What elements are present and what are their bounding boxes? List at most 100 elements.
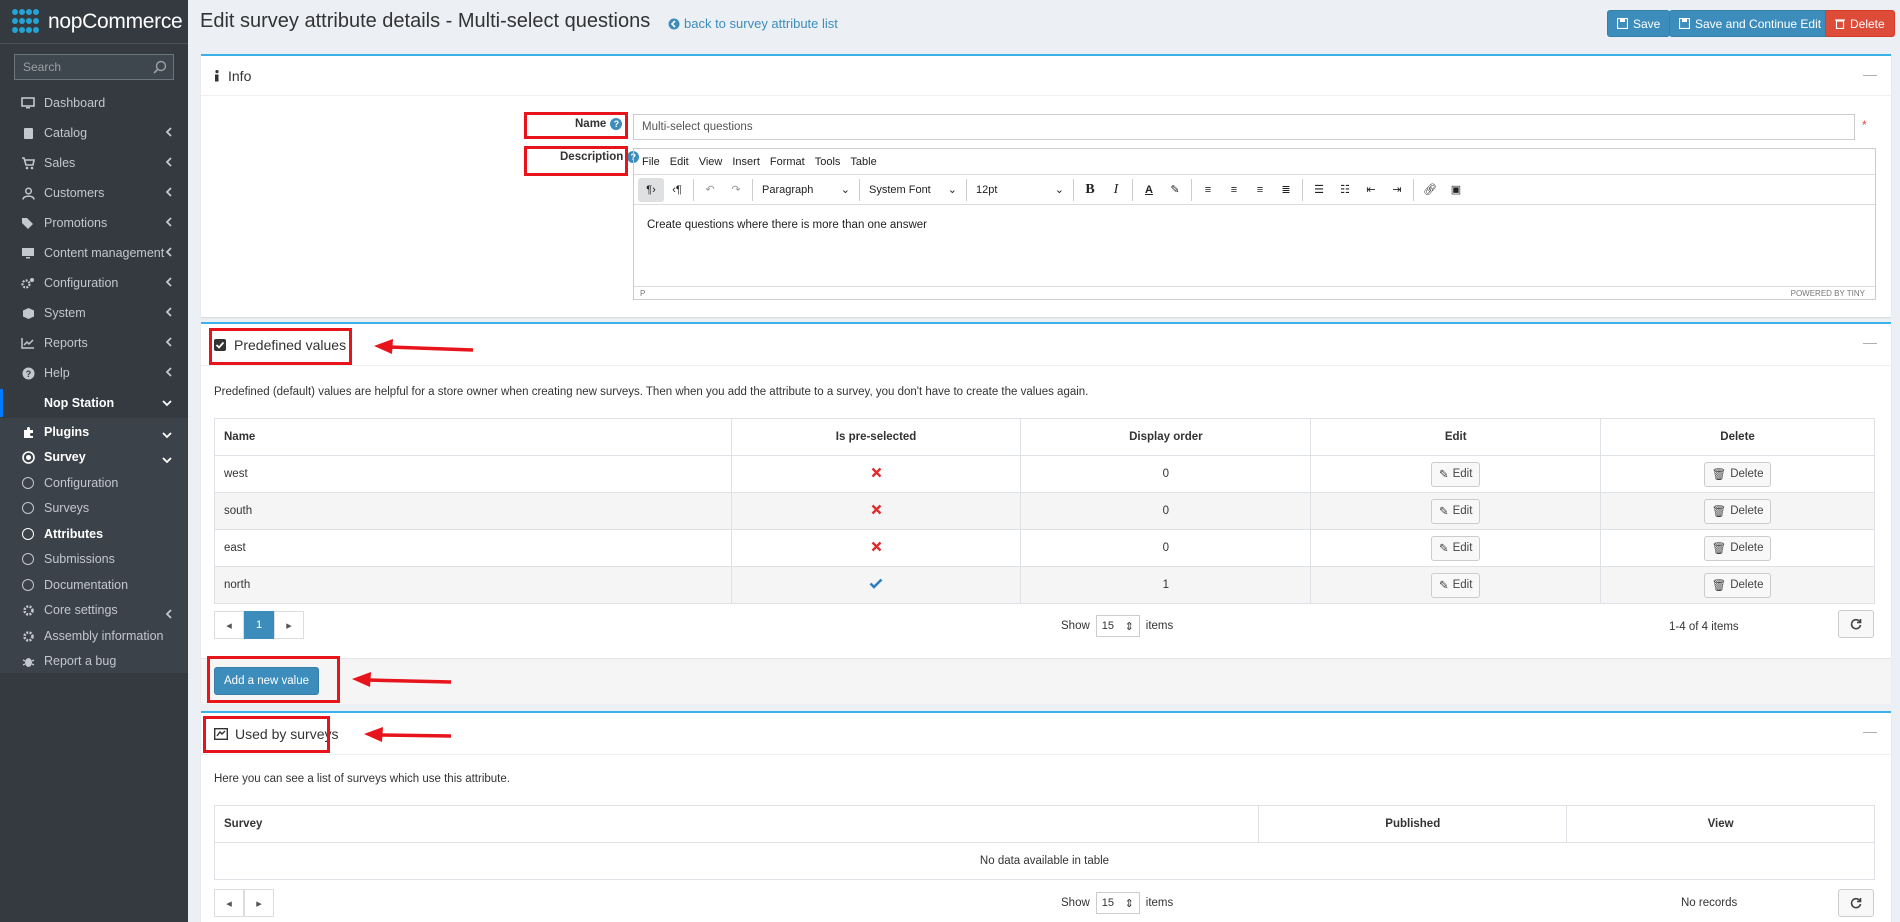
used-by-card-title: Used by surveys <box>235 725 339 742</box>
sidebar-item-help[interactable]: ? Help <box>0 359 188 387</box>
sidebar-item-nop-station[interactable]: Nop Station <box>0 389 188 417</box>
pager-next-icon[interactable]: ▸ <box>244 889 274 917</box>
collapse-icon[interactable]: — <box>1863 66 1877 82</box>
page-size-select[interactable]: 15 ⇕ <box>1095 615 1140 637</box>
refresh-button[interactable] <box>1838 610 1874 638</box>
sidebar-item-survey[interactable]: Survey <box>0 443 188 471</box>
updown-icon: ⇕ <box>1124 897 1134 910</box>
editor-body[interactable]: Create questions where there is more tha… <box>634 205 1875 285</box>
help-icon[interactable]: ? <box>610 118 623 130</box>
sidebar-item-customers[interactable]: Customers <box>0 179 188 207</box>
cell-edit: ✎ Edit <box>1310 566 1602 604</box>
sidebar-item-core-settings[interactable]: Core settings <box>0 596 188 624</box>
numbered-list-icon[interactable]: ☷ <box>1332 178 1358 202</box>
sidebar-item-system[interactable]: System <box>0 299 188 327</box>
user-icon <box>20 186 36 200</box>
sidebar-item-surveys[interactable]: Surveys <box>0 494 188 522</box>
editor-menu-insert[interactable]: Insert <box>732 156 760 168</box>
editor-menu-view[interactable]: View <box>699 156 723 168</box>
collapse-icon[interactable]: — <box>1863 723 1877 739</box>
delete-row-button[interactable]: 🗑︎ Delete <box>1703 461 1772 487</box>
brand-logo[interactable]: nopCommerce <box>0 0 188 44</box>
align-justify-icon[interactable]: ≣ <box>1273 178 1299 202</box>
delete-row-button[interactable]: 🗑︎ Delete <box>1703 535 1772 561</box>
sidebar-item-submissions[interactable]: Submissions <box>0 545 188 573</box>
sidebar-search-input[interactable] <box>23 60 143 74</box>
page-size-select[interactable]: 15 ⇕ <box>1095 892 1140 914</box>
book-icon <box>20 126 36 140</box>
column-header-preselected[interactable]: Is pre-selected <box>730 418 1022 456</box>
collapse-icon[interactable]: — <box>1863 334 1877 350</box>
rtl-icon[interactable]: ‹¶ <box>664 178 690 202</box>
chevron-down-icon: ⌄ <box>947 184 957 196</box>
font-family-select[interactable]: System Font ⌄ <box>863 178 963 202</box>
gear-icon <box>20 603 36 617</box>
column-header-name[interactable]: Name <box>214 418 732 456</box>
x-mark-icon <box>871 504 881 515</box>
ltr-icon[interactable]: ¶› <box>638 177 664 202</box>
sidebar-item-assembly-information[interactable]: Assembly information <box>0 622 188 650</box>
check-square-icon <box>214 338 226 351</box>
block-format-select[interactable]: Paragraph ⌄ <box>756 178 856 202</box>
delete-row-button[interactable]: 🗑︎ Delete <box>1703 498 1772 524</box>
cell-edit: ✎ Edit <box>1310 455 1602 493</box>
editor-menu-table[interactable]: Table <box>850 156 876 168</box>
sidebar-item-sales[interactable]: Sales <box>0 149 188 177</box>
column-header-published[interactable]: Published <box>1258 805 1568 843</box>
add-new-value-button[interactable]: Add a new value <box>214 667 320 695</box>
sidebar-item-content-management[interactable]: Content management <box>0 239 188 267</box>
back-to-list-link[interactable]: back to survey attribute list <box>668 16 838 31</box>
info-icon <box>215 69 219 81</box>
editor-menu-edit[interactable]: Edit <box>670 156 689 168</box>
search-icon[interactable] <box>153 60 167 74</box>
edit-button[interactable]: ✎ Edit <box>1430 535 1481 561</box>
delete-button[interactable]: Delete <box>1825 10 1895 37</box>
text-color-icon[interactable]: A <box>1136 178 1162 202</box>
undo-icon[interactable]: ↶ <box>697 178 723 202</box>
save-continue-button[interactable]: Save and Continue Edit <box>1669 10 1832 37</box>
refresh-button[interactable] <box>1838 889 1874 917</box>
pager-prev-icon[interactable]: ◂ <box>214 889 244 917</box>
align-center-icon[interactable]: ≡ <box>1221 178 1247 202</box>
sidebar-item-promotions[interactable]: Promotions <box>0 209 188 237</box>
editor-menu-file[interactable]: File <box>642 156 660 168</box>
editor-menu-tools[interactable]: Tools <box>815 156 841 168</box>
align-right-icon[interactable]: ≡ <box>1247 178 1273 202</box>
sidebar-item-report-a-bug[interactable]: Report a bug <box>0 647 188 675</box>
sidebar-item-attributes[interactable]: Attributes <box>0 520 188 548</box>
info-card-header[interactable]: Info — <box>201 56 1891 96</box>
italic-icon[interactable]: I <box>1103 178 1129 202</box>
name-input[interactable] <box>633 114 1855 140</box>
font-size-select[interactable]: 12pt ⌄ <box>970 178 1070 202</box>
image-icon[interactable]: ▣ <box>1443 178 1469 202</box>
sidebar-item-documentation[interactable]: Documentation <box>0 571 188 599</box>
editor-menu-format[interactable]: Format <box>770 156 805 168</box>
pager-prev-icon[interactable]: ◂ <box>214 611 244 639</box>
sidebar-item-dashboard[interactable]: Dashboard <box>0 89 188 117</box>
pager-next-icon[interactable]: ▸ <box>274 611 304 639</box>
sidebar-item-survey-configuration[interactable]: Configuration <box>0 469 188 497</box>
highlight-icon[interactable]: ✎ <box>1162 178 1188 202</box>
column-header-survey[interactable]: Survey <box>213 805 1260 843</box>
align-left-icon[interactable]: ≡ <box>1195 178 1221 202</box>
show-label: Show <box>1061 620 1090 632</box>
edit-button[interactable]: ✎ Edit <box>1430 498 1481 524</box>
sidebar-item-configuration[interactable]: Configuration <box>0 269 188 297</box>
outdent-icon[interactable]: ⇤ <box>1358 178 1384 202</box>
redo-icon[interactable]: ↷ <box>723 178 749 202</box>
bullet-list-icon[interactable]: ☰ <box>1306 178 1332 202</box>
column-header-display-order[interactable]: Display order <box>1020 418 1312 456</box>
indent-icon[interactable]: ⇥ <box>1384 178 1410 202</box>
edit-button[interactable]: ✎ Edit <box>1430 461 1481 487</box>
link-icon[interactable]: 🔗︎ <box>1417 178 1443 202</box>
pager-page-1[interactable]: 1 <box>244 611 274 639</box>
table-header-row: Survey Published View <box>213 805 1875 843</box>
delete-row-button[interactable]: 🗑︎ Delete <box>1703 572 1772 598</box>
bold-icon[interactable]: B <box>1077 178 1103 202</box>
sidebar-item-catalog[interactable]: Catalog <box>0 119 188 147</box>
sidebar-item-reports[interactable]: Reports <box>0 329 188 357</box>
save-button[interactable]: Save <box>1607 10 1671 37</box>
used-by-card-header[interactable]: Used by surveys — <box>201 713 1891 755</box>
sidebar-item-plugins[interactable]: Plugins <box>0 418 188 446</box>
edit-button[interactable]: ✎ Edit <box>1430 572 1481 598</box>
